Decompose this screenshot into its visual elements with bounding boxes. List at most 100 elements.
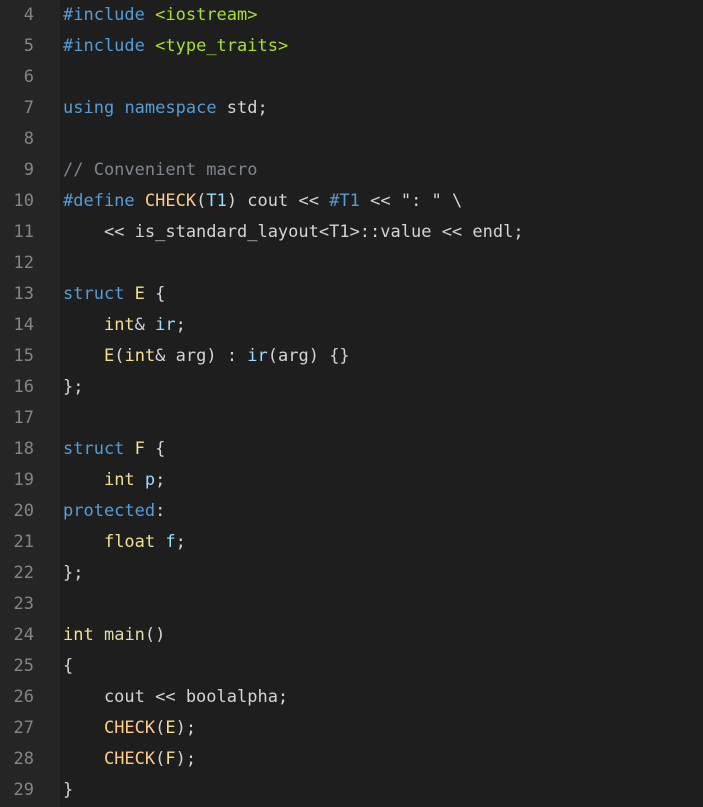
code-token-default: ( bbox=[155, 718, 166, 738]
code-line[interactable]: using namespace std; bbox=[63, 93, 703, 124]
code-token-default bbox=[145, 5, 155, 25]
line-number: 14 bbox=[13, 315, 34, 335]
code-token-macro: CHECK bbox=[144, 191, 197, 211]
code-line[interactable]: << is_standard_layout<T1>::value << endl… bbox=[63, 217, 703, 248]
code-token-identifier: T1 bbox=[206, 191, 227, 211]
code-token-default: & bbox=[134, 315, 156, 335]
code-token-macro: CHECK bbox=[103, 749, 156, 769]
code-token-type: E bbox=[134, 284, 145, 304]
code-line[interactable] bbox=[63, 124, 703, 155]
code-token-default: }; bbox=[63, 563, 84, 583]
code-line[interactable]: #include <iostream> bbox=[63, 0, 703, 31]
code-line[interactable]: CHECK(F); bbox=[63, 744, 703, 775]
code-token-default bbox=[145, 36, 155, 56]
line-number: 5 bbox=[23, 36, 34, 56]
code-token-default: } bbox=[63, 780, 74, 800]
code-token-type: F bbox=[134, 439, 145, 459]
code-token-default: ); bbox=[175, 718, 197, 738]
line-number: 22 bbox=[13, 563, 34, 583]
code-token-default: std; bbox=[216, 98, 268, 118]
line-number: 6 bbox=[23, 67, 34, 87]
code-token-preprocessor: #T1 bbox=[329, 191, 360, 211]
code-token-default bbox=[135, 191, 145, 211]
line-number: 12 bbox=[13, 253, 34, 273]
code-token-type: int bbox=[103, 315, 135, 335]
code-token-type: float bbox=[103, 532, 156, 552]
code-token-default: ; bbox=[155, 470, 166, 490]
code-line[interactable] bbox=[63, 589, 703, 620]
line-number: 28 bbox=[13, 749, 34, 769]
code-line[interactable] bbox=[63, 403, 703, 434]
code-line[interactable]: }; bbox=[63, 558, 703, 589]
code-line[interactable]: cout << boolalpha; bbox=[63, 682, 703, 713]
code-token-default: ; bbox=[175, 532, 186, 552]
code-token-default: { bbox=[144, 284, 166, 304]
code-token-default: ); bbox=[175, 749, 197, 769]
code-token-keyword: using bbox=[63, 98, 115, 118]
code-token-type: F bbox=[165, 749, 176, 769]
line-number: 26 bbox=[13, 687, 34, 707]
code-token-default: () bbox=[144, 625, 166, 645]
code-token-default: ( bbox=[155, 749, 166, 769]
code-line[interactable]: }; bbox=[63, 372, 703, 403]
code-line[interactable]: E(int& arg) : ir(arg) {} bbox=[63, 341, 703, 372]
code-token-default bbox=[135, 470, 145, 490]
code-line[interactable]: { bbox=[63, 651, 703, 682]
code-token-default: << is_standard_layout<T1>::value << endl… bbox=[63, 222, 524, 242]
code-token-identifier: f bbox=[165, 532, 176, 552]
line-number: 13 bbox=[13, 284, 34, 304]
code-token-string: <type_traits> bbox=[155, 36, 289, 56]
line-number: 15 bbox=[13, 346, 34, 366]
code-line[interactable]: #define CHECK(T1) cout << #T1 << ": " \ bbox=[63, 186, 703, 217]
code-line[interactable]: float f; bbox=[63, 527, 703, 558]
code-token-default bbox=[124, 284, 134, 304]
code-token-keyword: namespace bbox=[124, 98, 217, 118]
code-line[interactable]: int main() bbox=[63, 620, 703, 651]
code-editor[interactable]: 4 5 6 7 8 9 10 11 12 13 14 15 16 17 18 19 20 21 22 23 24 25 26… bbox=[0, 0, 703, 807]
code-line[interactable] bbox=[63, 62, 703, 93]
code-token-macro: CHECK bbox=[103, 718, 156, 738]
code-line[interactable]: protected: bbox=[63, 496, 703, 527]
code-token-default: cout << boolalpha; bbox=[63, 687, 289, 707]
code-line[interactable]: #include <type_traits> bbox=[63, 31, 703, 62]
code-line[interactable]: int& ir; bbox=[63, 310, 703, 341]
line-number: 4 bbox=[23, 5, 34, 25]
code-token-default bbox=[63, 532, 104, 552]
code-token-default: (arg) {} bbox=[267, 346, 350, 366]
code-line[interactable]: struct F { bbox=[63, 434, 703, 465]
line-number: 16 bbox=[13, 377, 34, 397]
code-token-identifier: p bbox=[144, 470, 156, 490]
line-number: 7 bbox=[23, 98, 34, 118]
code-token-default: ) cout << bbox=[226, 191, 330, 211]
code-token-default bbox=[124, 439, 134, 459]
code-token-default: & arg) : bbox=[155, 346, 248, 366]
code-token-type: int bbox=[63, 625, 94, 645]
line-number: 29 bbox=[13, 780, 34, 800]
code-line[interactable]: int p; bbox=[63, 465, 703, 496]
code-token-comment: // Convenient macro bbox=[63, 160, 258, 180]
code-token-default bbox=[94, 625, 104, 645]
code-line[interactable]: CHECK(E); bbox=[63, 713, 703, 744]
line-number: 27 bbox=[13, 718, 34, 738]
code-token-default bbox=[63, 470, 104, 490]
code-token-default bbox=[155, 532, 165, 552]
code-line[interactable] bbox=[63, 248, 703, 279]
code-token-identifier: ir bbox=[155, 315, 176, 335]
line-number: 18 bbox=[13, 439, 34, 459]
code-token-keyword: struct bbox=[63, 439, 125, 459]
code-token-default: { bbox=[144, 439, 166, 459]
code-area[interactable]: #include <iostream> #include <type_traits… bbox=[60, 0, 703, 807]
line-number: 9 bbox=[23, 160, 34, 180]
code-line[interactable]: struct E { bbox=[63, 279, 703, 310]
line-number: 19 bbox=[13, 470, 34, 490]
code-token-preprocessor: #include bbox=[63, 36, 145, 56]
code-line[interactable]: // Convenient macro bbox=[63, 155, 703, 186]
code-token-keyword: struct bbox=[63, 284, 125, 304]
code-token-type: int bbox=[103, 470, 135, 490]
code-token-keyword: protected bbox=[63, 501, 156, 521]
line-number-gutter: 4 5 6 7 8 9 10 11 12 13 14 15 16 17 18 19 20 21 22 23 24 25 26… bbox=[0, 0, 60, 807]
code-line[interactable]: } bbox=[63, 775, 703, 806]
code-token-type: E bbox=[165, 718, 176, 738]
line-number: 23 bbox=[13, 594, 34, 614]
code-token-default: ( bbox=[114, 346, 125, 366]
